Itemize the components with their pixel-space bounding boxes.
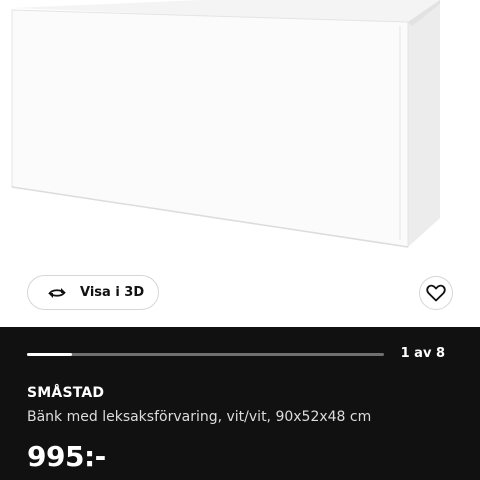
gallery-counter: 1 av 8 (400, 346, 445, 361)
product-image[interactable]: Visa i 3D (0, 0, 480, 327)
product-name: SMÅSTAD (27, 385, 105, 401)
view-in-3d-button[interactable]: Visa i 3D (27, 275, 159, 310)
product-price: 995:- (27, 440, 106, 473)
view-in-3d-label: Visa i 3D (80, 285, 145, 300)
favorite-button[interactable] (419, 276, 453, 310)
gallery-progress-fill (27, 353, 72, 356)
heart-outline-icon (426, 284, 446, 302)
gallery-progress-bar (27, 353, 384, 356)
rotate-3d-icon (46, 284, 68, 302)
bench-illustration (11, 0, 440, 248)
product-description: Bänk med leksaksförvaring, vit/vit, 90x5… (27, 409, 372, 425)
